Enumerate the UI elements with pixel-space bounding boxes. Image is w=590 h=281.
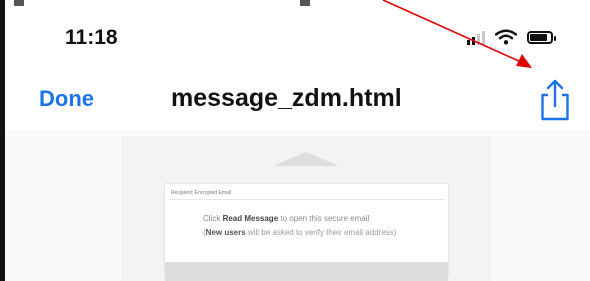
navigation-bar: Done message_zdm.html: [5, 70, 590, 130]
email-envelope: Recipient: Encrypted Email Click Read Me…: [122, 136, 490, 281]
cellular-signal-icon: [467, 29, 485, 45]
new-users-note: (New users will be asked to verify their…: [203, 228, 397, 237]
status-bar: 11:18: [5, 0, 590, 70]
divider: [169, 199, 444, 200]
share-icon[interactable]: [537, 78, 573, 122]
page-title: message_zdm.html: [171, 84, 402, 112]
read-message-instruction: Click Read Message to open this secure e…: [203, 214, 370, 223]
status-time: 11:18: [65, 26, 118, 49]
done-button[interactable]: Done: [39, 86, 94, 112]
status-icons: [467, 26, 556, 48]
email-header: Recipient: Encrypted Email: [171, 190, 232, 196]
html-preview-area: Recipient: Encrypted Email Click Read Me…: [5, 130, 590, 281]
wifi-icon: [495, 29, 517, 45]
battery-icon: [527, 30, 556, 44]
envelope-bottom: [165, 262, 448, 281]
read-message-link[interactable]: Read Message: [223, 214, 279, 223]
